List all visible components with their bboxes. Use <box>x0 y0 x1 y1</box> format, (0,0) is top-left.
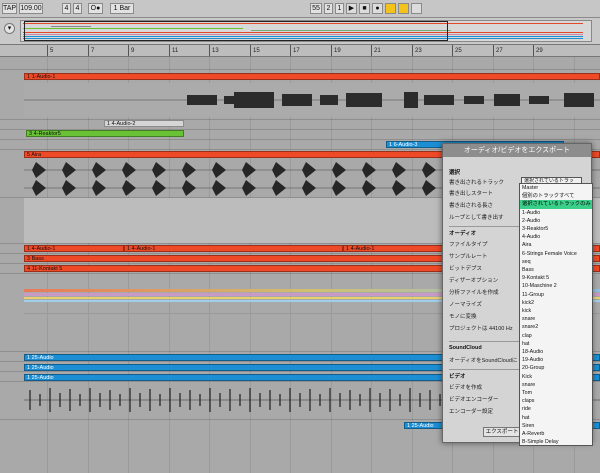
loop-button[interactable] <box>411 3 422 14</box>
dropdown-option[interactable]: kick2 <box>520 299 592 307</box>
section-select: 選択 <box>449 170 461 176</box>
arrangement-overview: ▾ <box>0 18 600 45</box>
sample-rate-label: サンプルレート <box>449 254 488 260</box>
overdub-button[interactable] <box>385 3 396 14</box>
arrangement-position-bar[interactable]: 55 <box>310 3 322 14</box>
stop-button[interactable]: ■ <box>359 3 370 14</box>
dither-label: ディザーオプション <box>449 278 499 284</box>
daw-window: { "transport": { "tap": "TAP", "tempo": … <box>0 0 600 473</box>
dropdown-option[interactable]: seq <box>520 258 592 266</box>
dropdown-option[interactable]: clap <box>520 332 592 340</box>
automation-arm-button[interactable] <box>398 3 409 14</box>
record-button[interactable]: ● <box>372 3 383 14</box>
waveform-1 <box>24 92 600 108</box>
analysis-file-label: 分析ファイルを作成 <box>449 290 499 296</box>
tap-button[interactable]: TAP <box>2 3 17 14</box>
dropdown-option[interactable]: Kick <box>520 373 592 381</box>
dropdown-option[interactable]: 個別のトラックすべて <box>520 192 592 200</box>
dropdown-option[interactable]: Siren <box>520 422 592 430</box>
arrangement-position-beat[interactable]: 2 <box>324 3 333 14</box>
render-length-label: 書き出される長さ <box>449 203 494 209</box>
dropdown-option[interactable]: A-Reverb <box>520 430 592 438</box>
transport-bar: TAP 109.00 4 4 O● 1 Bar 55 2 1 ▶ ■ ● <box>0 0 600 18</box>
ruler-tick: 17 <box>290 45 300 56</box>
section-soundcloud: SoundCloud <box>449 345 482 351</box>
dropdown-option[interactable]: 20-Group <box>520 364 592 372</box>
tempo-field[interactable]: 109.00 <box>19 3 43 14</box>
dialog-title: オーディオ/ビデオをエクスポート <box>443 144 591 157</box>
timeline-ruler[interactable]: 5 7 9 11 13 15 17 19 21 23 25 27 29 <box>0 45 600 57</box>
dropdown-option[interactable]: 3-Reaktor5 <box>520 225 592 233</box>
export-button[interactable]: エクスポート <box>483 427 521 437</box>
play-button[interactable]: ▶ <box>346 3 357 14</box>
ruler-tick: 29 <box>533 45 543 56</box>
file-type-label: ファイルタイプ <box>449 242 488 248</box>
dropdown-option[interactable]: B-Simple Delay <box>520 438 592 445</box>
ruler-tick: 27 <box>493 45 503 56</box>
dropdown-option[interactable]: 選択されているトラックのみ <box>520 200 592 209</box>
dropdown-option[interactable]: Master <box>520 184 592 192</box>
dropdown-option[interactable]: Bass <box>520 266 592 274</box>
create-video-label: ビデオを作成 <box>449 385 483 391</box>
dropdown-option[interactable]: snare <box>520 315 592 323</box>
dropdown-option[interactable]: 10-Maschine 2 <box>520 282 592 290</box>
metronome-toggle[interactable]: O● <box>88 3 103 14</box>
time-signature-denominator[interactable]: 4 <box>73 3 82 14</box>
normalize-label: ノーマライズ <box>449 302 482 308</box>
overview-view-window[interactable] <box>24 21 448 41</box>
ruler-tick: 7 <box>88 45 94 56</box>
dropdown-option[interactable]: 4-Audio <box>520 233 592 241</box>
ruler-tick: 13 <box>209 45 219 56</box>
rendered-track-label: 書き出されるトラック <box>449 180 505 186</box>
soundcloud-upload-label: オーディオをSoundCloudに <box>449 358 518 364</box>
project-sample-rate: プロジェクトは 44100 Hz <box>449 326 513 332</box>
dropdown-option[interactable]: claps <box>520 397 592 405</box>
dropdown-option[interactable]: snare <box>520 381 592 389</box>
ruler-tick: 5 <box>47 45 53 56</box>
dropdown-option[interactable]: Aira <box>520 241 592 249</box>
overview-collapse-icon[interactable]: ▾ <box>4 23 15 34</box>
track-dropdown-list[interactable]: Master 個別のトラックすべて 選択されているトラックのみ 1-Audio 2-Au… <box>519 183 593 446</box>
ruler-tick: 19 <box>331 45 341 56</box>
dropdown-option[interactable]: 6-Strings Female Voice <box>520 250 592 258</box>
render-as-loop-label: ループとして書き出す <box>449 215 504 221</box>
dropdown-option[interactable]: 2-Audio <box>520 217 592 225</box>
render-start-label: 書き出しスタート <box>449 191 494 197</box>
dropdown-option[interactable]: snare2 <box>520 323 592 331</box>
dropdown-option[interactable]: kick <box>520 307 592 315</box>
dropdown-option[interactable]: hat <box>520 414 592 422</box>
clip-4-audio-1-b[interactable]: 1 4-Audio-1 <box>124 245 343 252</box>
section-video: ビデオ <box>449 374 466 380</box>
dropdown-option[interactable]: 11-Group <box>520 291 592 299</box>
overview-strip[interactable] <box>20 20 592 42</box>
dropdown-option[interactable]: ride <box>520 405 592 413</box>
section-audio: オーディオ <box>449 231 477 237</box>
ruler-tick: 21 <box>371 45 381 56</box>
dropdown-option[interactable]: hat <box>520 340 592 348</box>
clip-4-reaktor5[interactable]: 3 4-Reaktor5 <box>26 130 184 137</box>
dropdown-option[interactable]: 19-Audio <box>520 356 592 364</box>
encoder-settings-label: エンコーダー設定 <box>449 409 494 415</box>
waveform-lane[interactable] <box>24 83 600 117</box>
dropdown-option[interactable]: 18-Audio <box>520 348 592 356</box>
dropdown-option[interactable]: Tom <box>520 389 592 397</box>
arrangement-position-sixteenth[interactable]: 1 <box>335 3 344 14</box>
video-encoder-label: ビデオエンコーダー <box>449 397 499 403</box>
dropdown-option[interactable]: 1-Audio <box>520 209 592 217</box>
ruler-tick: 23 <box>412 45 422 56</box>
ruler-tick: 9 <box>128 45 134 56</box>
time-signature-numerator[interactable]: 4 <box>62 3 71 14</box>
ruler-tick: 11 <box>169 45 178 56</box>
ruler-tick: 15 <box>250 45 260 56</box>
bit-depth-label: ビットデプス <box>449 266 483 272</box>
dropdown-option[interactable]: 9-Kontakt 5 <box>520 274 592 282</box>
clip-1-audio-1[interactable]: 1 1-Audio-1 <box>24 73 600 80</box>
clip-4-audio-1-a[interactable]: 1 4-Audio-1 <box>24 245 124 252</box>
quantize-menu[interactable]: 1 Bar <box>110 3 134 14</box>
clip-4-audio-2[interactable]: 1 4-Audio-2 <box>104 120 184 127</box>
convert-to-mono-label: モノに変換 <box>449 314 477 320</box>
ruler-tick: 25 <box>452 45 462 56</box>
